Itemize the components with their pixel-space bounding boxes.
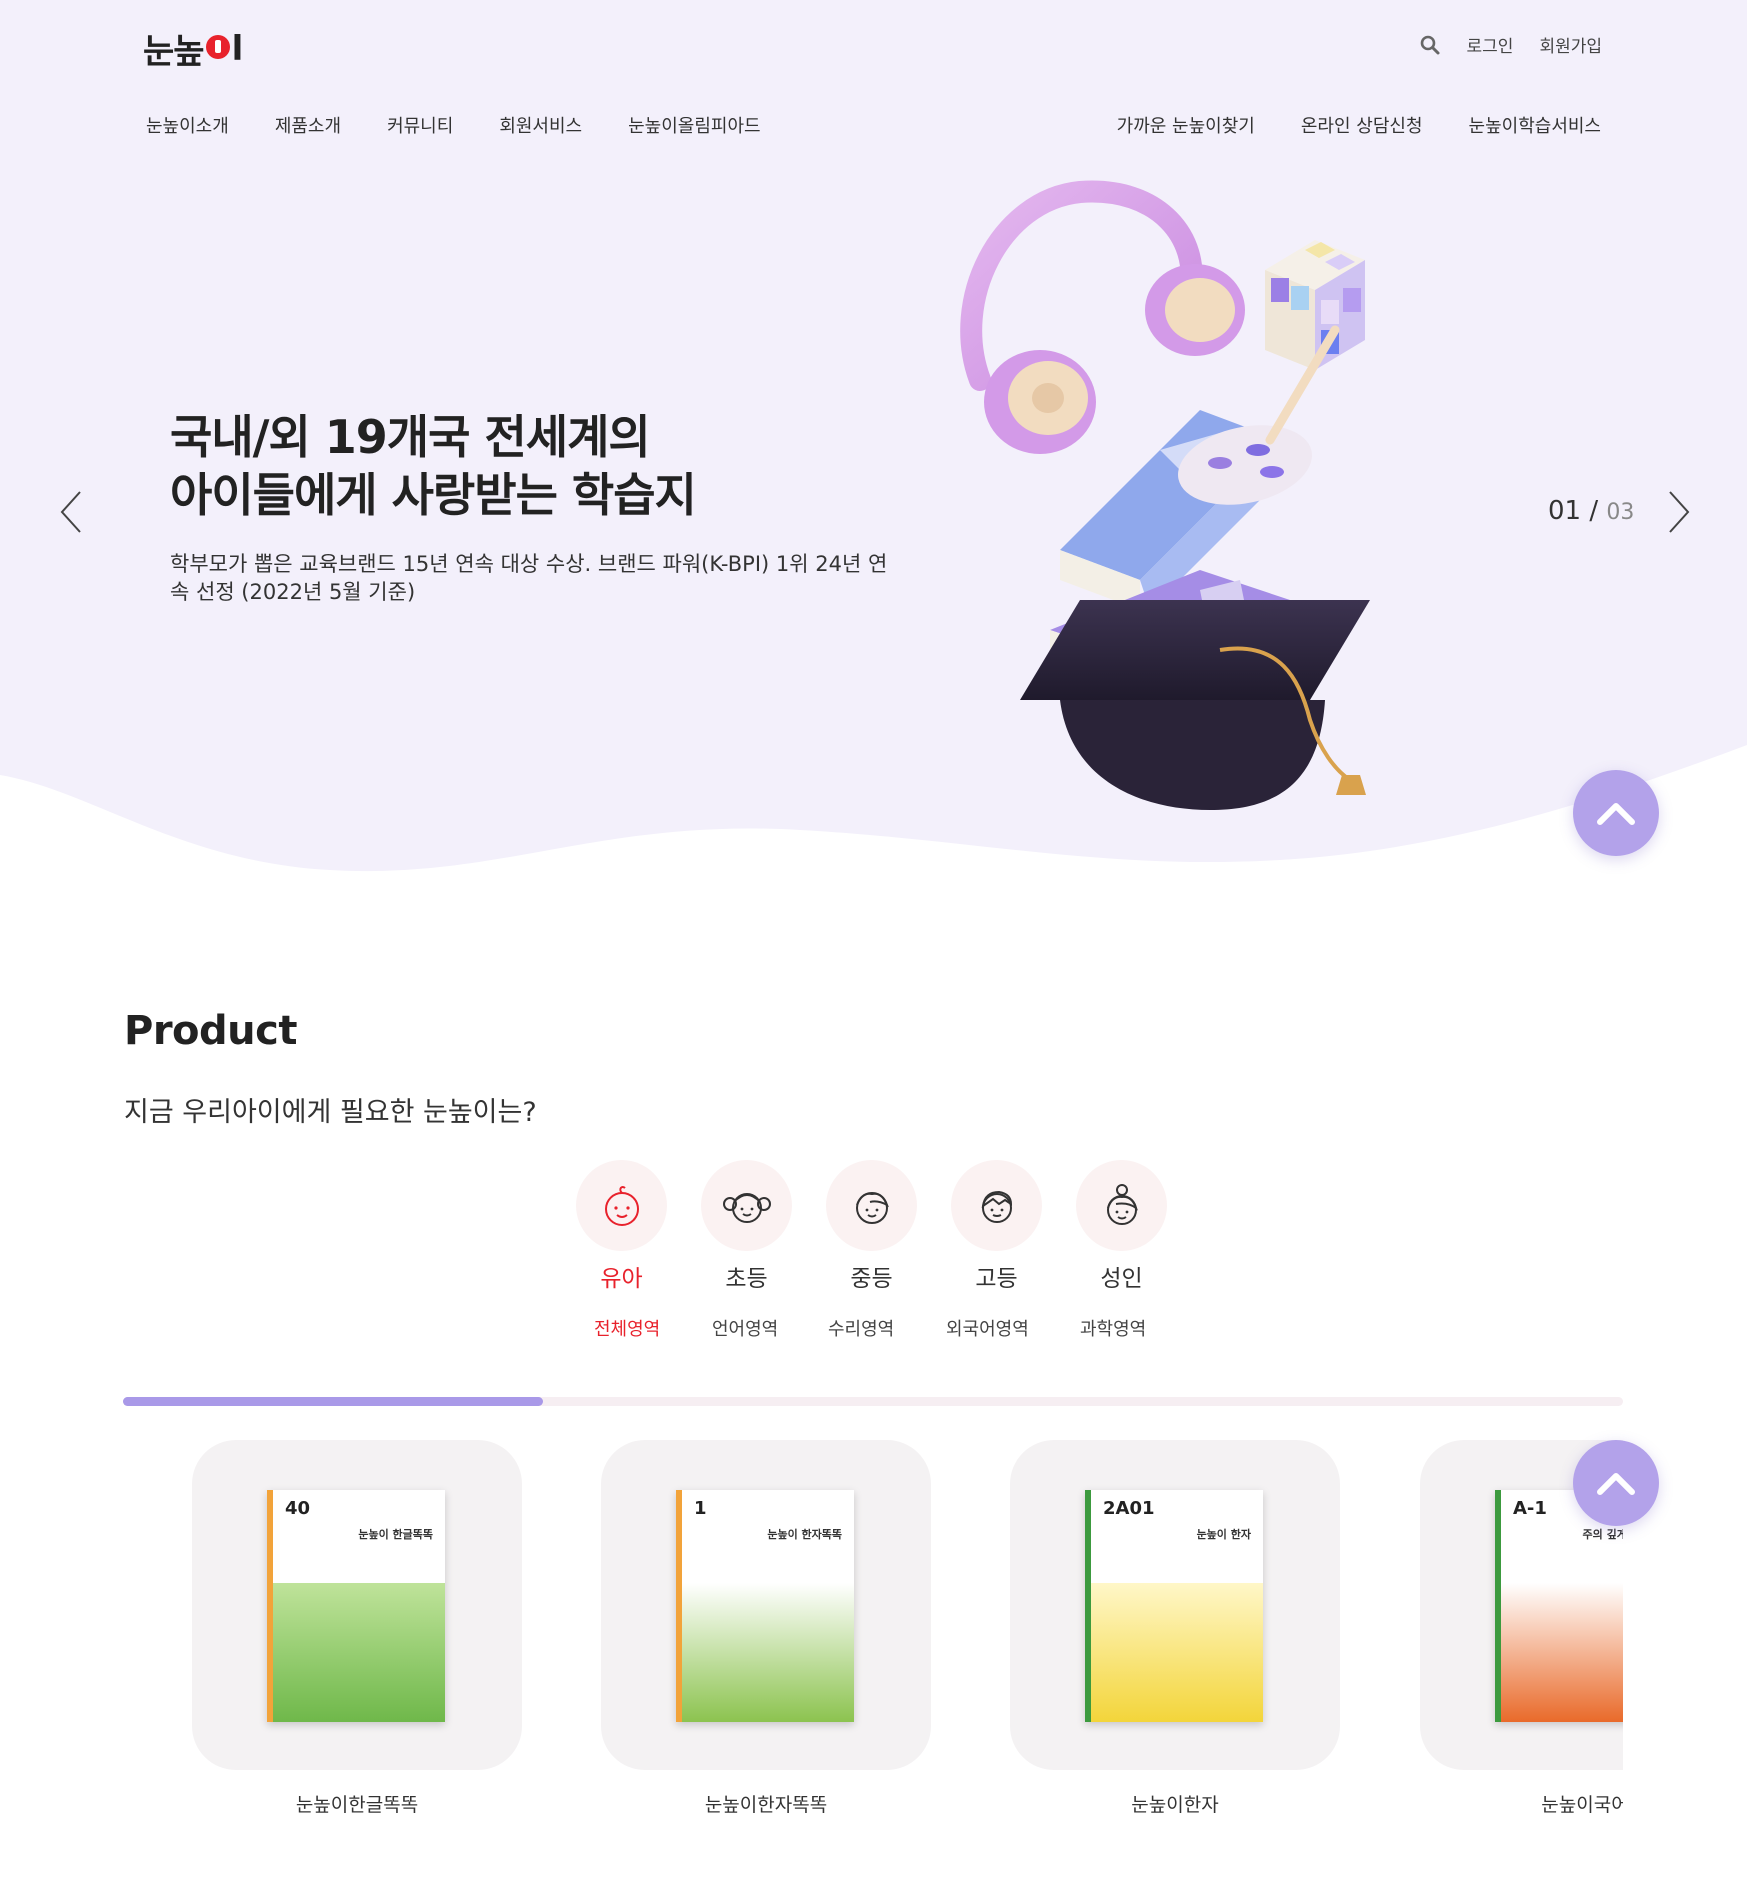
main-nav: 눈높이소개 제품소개 커뮤니티 회원서비스 눈높이올림피아드 bbox=[146, 112, 761, 138]
product-name: 눈높이한자똑똑 bbox=[704, 1794, 828, 1816]
product-cover-image: 2A01 눈높이 한자 bbox=[1085, 1490, 1263, 1722]
next-slide-icon[interactable] bbox=[1660, 488, 1694, 536]
scroll-top-button[interactable] bbox=[1573, 1440, 1659, 1526]
nav-item-olympiad[interactable]: 눈높이올림피아드 bbox=[628, 112, 760, 138]
product-name: 눈높이한글똑똑 bbox=[295, 1794, 419, 1816]
nav-item-community[interactable]: 커뮤니티 bbox=[387, 112, 453, 138]
login-link[interactable]: 로그인 bbox=[1467, 32, 1514, 57]
cover-brand: 눈높이 한자똑똑 bbox=[767, 1528, 842, 1541]
area-tab-all[interactable]: 전체영역 bbox=[594, 1315, 660, 1341]
cover-brand: 주의 깊게 들어요 bbox=[1582, 1528, 1624, 1541]
product-image-box: 40 눈높이 한글똑똑 bbox=[192, 1440, 522, 1770]
pager-current: 01 bbox=[1548, 496, 1582, 526]
product-card[interactable]: 2A01 눈높이 한자 눈높이한자 bbox=[1010, 1440, 1340, 1817]
hero-illustration bbox=[960, 180, 1370, 810]
prev-slide-icon[interactable] bbox=[56, 488, 90, 536]
age-tab-adult[interactable]: 성인 bbox=[1076, 1160, 1167, 1293]
child-icon bbox=[826, 1160, 917, 1251]
nav-item-find-center[interactable]: 가까운 눈높이찾기 bbox=[1117, 112, 1255, 138]
product-carousel: 40 눈높이 한글똑똑 눈높이한글똑똑 1 눈높이 한자똑똑 눈높이한자똑똑 2… bbox=[0, 1440, 1623, 1820]
baby-icon bbox=[576, 1160, 667, 1251]
product-name: 눈높이한자 bbox=[1131, 1794, 1219, 1816]
area-tab-math[interactable]: 수리영역 bbox=[828, 1315, 894, 1341]
product-image-box: 1 눈높이 한자똑똑 bbox=[601, 1440, 931, 1770]
adult-icon bbox=[1076, 1160, 1167, 1251]
product-name: 눈높이국어 bbox=[1541, 1794, 1623, 1816]
age-tabs: 유아 초등 중등 고등 성인 bbox=[576, 1160, 1167, 1293]
cover-brand: 눈높이 한글똑똑 bbox=[358, 1528, 433, 1541]
cover-number: A-1 bbox=[1513, 1498, 1547, 1519]
nav-item-learning-service[interactable]: 눈높이학습서비스 bbox=[1469, 112, 1601, 138]
age-tab-infant[interactable]: 유아 bbox=[576, 1160, 667, 1293]
cover-number: 2A01 bbox=[1103, 1498, 1155, 1519]
hero-title: 국내/외 19개국 전세계의 아이들에게 사랑받는 학습지 bbox=[170, 408, 697, 524]
area-tab-science[interactable]: 과학영역 bbox=[1080, 1315, 1146, 1341]
cover-number: 40 bbox=[285, 1498, 311, 1519]
age-tab-high[interactable]: 고등 bbox=[951, 1160, 1042, 1293]
logo-mark-icon bbox=[205, 34, 230, 59]
product-cover-image: 1 눈높이 한자똑똑 bbox=[676, 1490, 854, 1722]
scroll-top-button[interactable] bbox=[1573, 770, 1659, 856]
pager-separator: / bbox=[1589, 496, 1599, 526]
product-scroll-progress[interactable] bbox=[123, 1397, 1623, 1406]
product-card[interactable]: 40 눈높이 한글똑똑 눈높이한글똑똑 bbox=[192, 1440, 522, 1817]
product-section-subtitle: 지금 우리아이에게 필요한 눈높이는? bbox=[124, 1097, 537, 1128]
join-link[interactable]: 회원가입 bbox=[1539, 32, 1602, 57]
product-card[interactable]: 1 눈높이 한자똑똑 눈높이한자똑똑 bbox=[601, 1440, 931, 1817]
product-image-box: 2A01 눈높이 한자 bbox=[1010, 1440, 1340, 1770]
area-tab-language[interactable]: 언어영역 bbox=[712, 1315, 778, 1341]
teen-icon bbox=[951, 1160, 1042, 1251]
chevron-up-icon bbox=[1597, 1473, 1635, 1495]
slide-pager: 01 / 03 bbox=[1548, 496, 1634, 526]
hero-section: 눈높 l 로그인 회원가입 눈높이소개 제품소개 커뮤니티 회원서비스 눈높이올림… bbox=[0, 0, 1747, 960]
area-tab-foreign-language[interactable]: 외국어영역 bbox=[946, 1315, 1029, 1341]
age-tab-label: 초등 bbox=[725, 1266, 768, 1292]
product-section-title: Product bbox=[124, 1008, 297, 1054]
nav-item-about[interactable]: 눈높이소개 bbox=[146, 112, 229, 138]
search-icon[interactable] bbox=[1419, 34, 1441, 56]
age-tab-label: 유아 bbox=[600, 1266, 643, 1292]
age-tab-middle[interactable]: 중등 bbox=[826, 1160, 917, 1293]
product-cover-image: 40 눈높이 한글똑똑 bbox=[267, 1490, 445, 1722]
pager-total: 03 bbox=[1606, 500, 1635, 525]
girl-icon bbox=[701, 1160, 792, 1251]
age-tab-label: 고등 bbox=[975, 1266, 1018, 1292]
product-cover-image: A-1 주의 깊게 들어요 bbox=[1495, 1490, 1623, 1722]
chevron-up-icon bbox=[1597, 803, 1635, 825]
utility-menu: 로그인 회원가입 bbox=[1419, 32, 1602, 57]
progress-fill bbox=[123, 1397, 543, 1406]
age-tab-label: 성인 bbox=[1100, 1266, 1143, 1292]
hero-title-line1: 국내/외 19개국 전세계의 bbox=[170, 410, 651, 464]
hero-title-line2: 아이들에게 사랑받는 학습지 bbox=[170, 468, 697, 522]
nav-item-products[interactable]: 제품소개 bbox=[275, 112, 341, 138]
cover-brand: 눈높이 한자 bbox=[1196, 1528, 1251, 1541]
nav-item-member-service[interactable]: 회원서비스 bbox=[499, 112, 582, 138]
logo[interactable]: 눈높 l bbox=[143, 24, 243, 73]
cover-number: 1 bbox=[694, 1498, 707, 1519]
secondary-nav: 가까운 눈높이찾기 온라인 상담신청 눈높이학습서비스 bbox=[1117, 112, 1601, 138]
nav-item-online-consult[interactable]: 온라인 상담신청 bbox=[1301, 112, 1423, 138]
age-tab-label: 중등 bbox=[850, 1266, 893, 1292]
age-tab-elementary[interactable]: 초등 bbox=[701, 1160, 792, 1293]
hero-description: 학부모가 뽑은 교육브랜드 15년 연속 대상 수상. 브랜드 파워(K-BPI… bbox=[170, 552, 888, 604]
